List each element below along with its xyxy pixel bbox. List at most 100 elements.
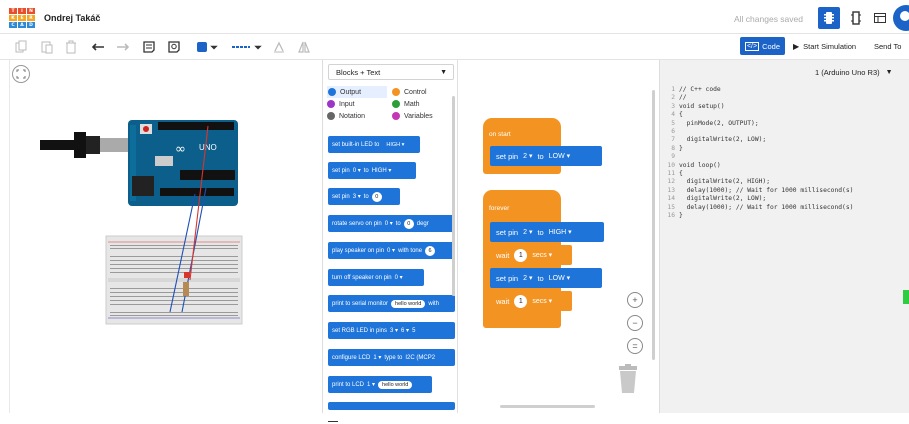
block-partial[interactable] [328, 402, 455, 410]
wire-style-icon[interactable] [229, 38, 253, 56]
block-play-speaker[interactable]: play speaker on pin 0 ▾ with tone 6 [328, 242, 455, 259]
notes-icon[interactable] [140, 38, 158, 56]
block-dropdown[interactable]: 3 ▾ [390, 327, 398, 334]
block-set-pin-start[interactable]: set pin 2 ▾ to LOW ▾ [490, 146, 602, 166]
line-number: 6 [671, 128, 675, 136]
code-line[interactable]: 14 digitalWrite(2, LOW); [660, 195, 905, 203]
block-print-serial[interactable]: print to serial monitor hello world with [328, 295, 455, 312]
block-category-dropdown[interactable]: Blocks + Text ▼ [328, 64, 454, 80]
rotate-icon[interactable] [270, 38, 288, 56]
category-control[interactable]: Control [392, 86, 452, 98]
visibility-icon[interactable] [165, 38, 183, 56]
category-math[interactable]: Math [392, 98, 452, 110]
block-dropdown[interactable]: 1 ▾ [367, 381, 375, 388]
circuit-drawing[interactable]: ∞ UNO [10, 60, 318, 413]
block-wait-1[interactable]: wait 1 secs ▾ [490, 245, 572, 265]
flip-icon[interactable] [295, 38, 313, 56]
block-set-pin-high[interactable]: set pin 2 ▾ to HIGH ▾ [490, 222, 604, 242]
block-number-input[interactable]: 1 [514, 294, 528, 308]
block-dropdown[interactable]: secs ▾ [532, 251, 552, 259]
block-dropdown[interactable]: I2C (MCP2 [405, 355, 435, 361]
blocks-scrollbar[interactable] [452, 96, 455, 296]
code-line[interactable]: 11 { [660, 170, 905, 178]
block-dropdown[interactable]: LOW ▾ [549, 152, 570, 160]
category-input[interactable]: Input [327, 98, 387, 110]
block-dropdown[interactable]: LOW ▾ [549, 274, 570, 282]
code-line[interactable]: 2 // [660, 94, 905, 102]
undo-icon[interactable] [90, 38, 108, 56]
block-dropdown[interactable]: 0 ▾ [385, 220, 393, 227]
user-avatar[interactable] [893, 5, 909, 31]
block-dropdown[interactable]: 0 ▾ [353, 167, 361, 174]
code-editor[interactable]: 1// C++ code 2//3 void setup() 4{5 pinMode(… [660, 86, 905, 221]
code-line[interactable]: 16} [660, 212, 905, 220]
paste-icon[interactable] [38, 38, 56, 56]
code-line[interactable]: 15 delay(1000); // Wait for 1000 millise… [660, 204, 905, 212]
delete-icon[interactable] [62, 38, 80, 56]
block-dropdown[interactable]: 5 [412, 328, 415, 334]
block-dropdown[interactable]: 2 ▾ [523, 228, 532, 236]
code-line[interactable]: 12 digitalWrite(2, HIGH); [660, 178, 905, 186]
block-dropdown[interactable]: 1 ▾ [373, 354, 381, 361]
block-set-built-in-led[interactable]: set built-in LED to HIGH ▾ [328, 136, 420, 153]
code-line[interactable]: 5 pinMode(2, OUTPUT); [660, 120, 905, 128]
code-line[interactable]: 3 void setup() [660, 103, 905, 111]
zoom-in-icon[interactable]: + [627, 292, 643, 308]
code-line[interactable]: 4{ [660, 111, 905, 119]
block-dropdown[interactable]: HIGH ▾ [372, 167, 392, 174]
zoom-out-icon[interactable]: − [627, 315, 643, 331]
tinkercad-logo[interactable]: T I N K E R C A D [9, 8, 35, 28]
code-line[interactable]: 6 [660, 128, 905, 136]
code-line[interactable]: 13 delay(1000); // Wait for 1000 millise… [660, 187, 905, 195]
code-line[interactable]: 7 digitalWrite(2, LOW); [660, 136, 905, 144]
category-notation[interactable]: Notation [327, 110, 387, 122]
board-selector[interactable]: 1 (Arduino Uno R3) ▼ [815, 64, 909, 80]
block-dropdown[interactable]: 0 ▾ [387, 247, 395, 254]
redo-icon[interactable] [113, 38, 131, 56]
workspace-vertical-scrollbar[interactable] [652, 90, 655, 360]
block-dropdown[interactable]: 2 ▾ [523, 152, 532, 160]
block-configure-lcd[interactable]: configure LCD 1 ▾ type to I2C (MCP2 [328, 349, 455, 366]
workspace-horizontal-scrollbar[interactable] [500, 405, 595, 408]
block-set-rgb-led[interactable]: set RGB LED in pins 3 ▾ 6 ▾ 5 [328, 322, 455, 339]
block-dropdown[interactable]: 2 ▾ [523, 274, 532, 282]
block-number-input[interactable]: 1 [514, 248, 528, 262]
chevron-down-icon[interactable] [209, 38, 219, 56]
block-dropdown[interactable]: 3 ▾ [353, 193, 361, 200]
circuit-view-icon[interactable] [818, 7, 840, 29]
code-button[interactable]: </> Code [740, 37, 785, 55]
code-line[interactable]: 9 [660, 153, 905, 161]
block-text-input[interactable]: hello world [391, 299, 426, 308]
block-rotate-servo[interactable]: rotate servo on pin 0 ▾ to 0 degr [328, 215, 455, 232]
block-set-pin-low[interactable]: set pin 2 ▾ to LOW ▾ [490, 268, 602, 288]
zoom-reset-icon[interactable]: = [627, 338, 643, 354]
block-text-input[interactable]: hello world [378, 380, 413, 389]
block-dropdown[interactable]: 0 ▾ [395, 274, 403, 281]
copy-icon[interactable] [12, 38, 30, 56]
block-wait-2[interactable]: wait 1 secs ▾ [490, 291, 572, 311]
trash-icon[interactable] [617, 364, 639, 394]
block-dropdown[interactable]: HIGH ▾ [549, 228, 572, 236]
code-line[interactable]: 1 // C++ code [660, 86, 905, 94]
block-set-pin-analog[interactable]: set pin 3 ▾ to 0 [328, 188, 400, 205]
block-number-input[interactable]: 0 [371, 191, 382, 202]
schematic-view-icon[interactable] [845, 7, 867, 29]
category-output[interactable]: Output [327, 86, 387, 98]
block-dropdown[interactable]: HIGH ▾ [382, 140, 409, 149]
block-dropdown[interactable]: 6 ▾ [401, 327, 409, 334]
block-set-pin-digital[interactable]: set pin 0 ▾ to HIGH ▾ [328, 162, 416, 179]
component-list-icon[interactable] [869, 7, 891, 29]
start-simulation-button[interactable]: ▶ Start Simulation [793, 37, 868, 55]
code-line[interactable]: 10 void loop() [660, 162, 905, 170]
block-dropdown[interactable]: secs ▾ [532, 297, 552, 305]
block-print-lcd[interactable]: print to LCD 1 ▾ hello world [328, 376, 432, 393]
send-to-button[interactable]: Send To [874, 37, 909, 55]
project-title[interactable]: Ondrej Takáč [44, 13, 100, 23]
category-variables[interactable]: Variables [392, 110, 452, 122]
block-number-input[interactable]: 6 [425, 245, 436, 256]
code-line[interactable]: 8} [660, 145, 905, 153]
block-number-input[interactable]: 0 [403, 218, 414, 229]
block-turn-off-speaker[interactable]: turn off speaker on pin 0 ▾ [328, 269, 424, 286]
chevron-down-icon[interactable] [253, 38, 263, 56]
circuit-canvas[interactable]: ∞ UNO [10, 60, 318, 421]
